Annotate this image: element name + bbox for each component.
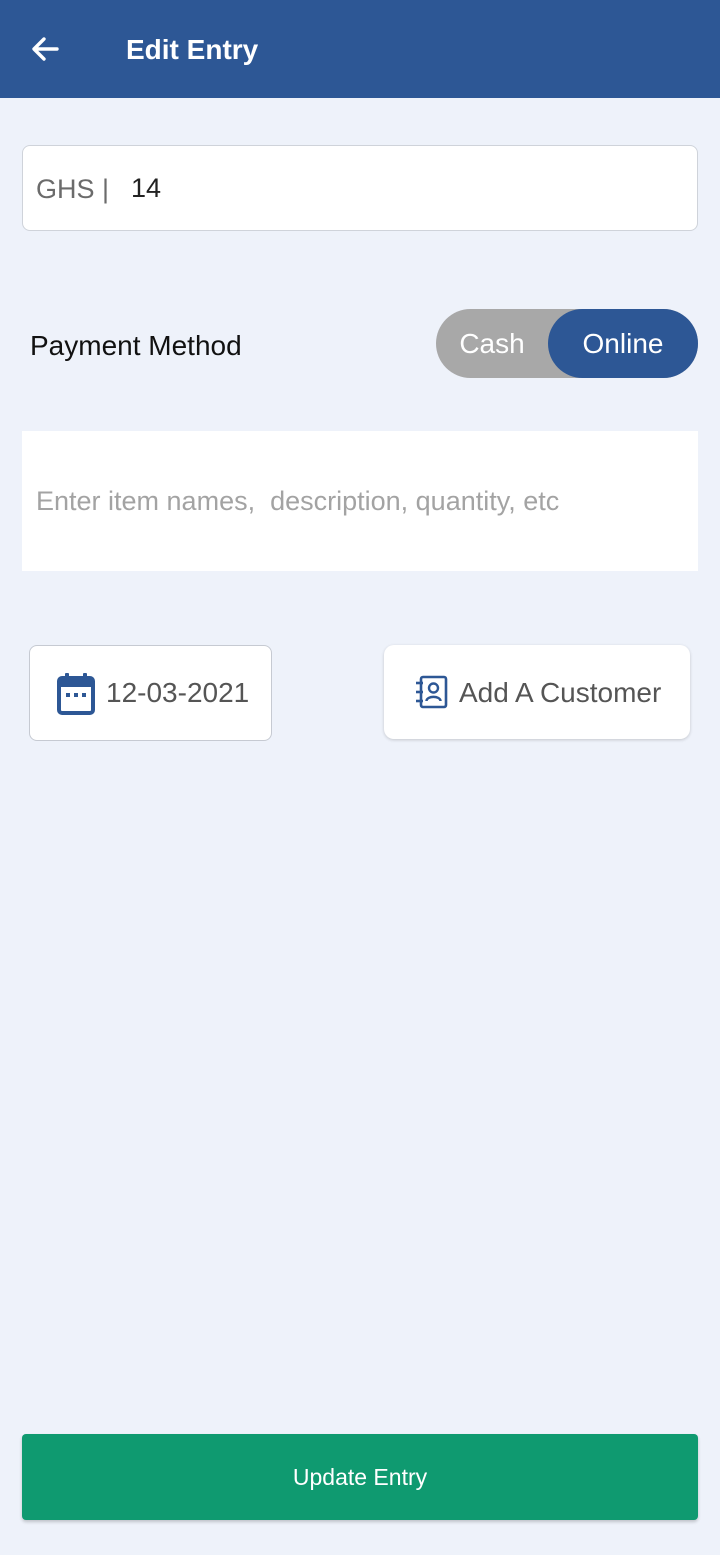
- currency-prefix: GHS |: [36, 174, 110, 204]
- date-picker-button[interactable]: 12-03-2021: [29, 645, 272, 741]
- date-value: 12-03-2021: [106, 677, 250, 708]
- toggle-option-online[interactable]: Online: [548, 309, 698, 378]
- page-title: Edit Entry: [126, 34, 259, 65]
- payment-method-label: Payment Method: [30, 330, 242, 361]
- description-field[interactable]: [22, 431, 698, 571]
- arrow-left-icon: [32, 37, 59, 61]
- add-customer-button[interactable]: Add A Customer: [384, 645, 690, 739]
- calendar-icon: [57, 673, 95, 715]
- toggle-option-cash[interactable]: Cash: [436, 309, 548, 378]
- contact-book-icon: [416, 675, 448, 709]
- back-button[interactable]: [22, 26, 68, 72]
- amount-input[interactable]: [131, 168, 671, 208]
- description-input[interactable]: [36, 481, 676, 521]
- update-entry-button[interactable]: Update Entry: [22, 1434, 698, 1520]
- add-customer-label: Add A Customer: [459, 677, 662, 708]
- payment-method-toggle[interactable]: Cash Online: [436, 309, 698, 378]
- app-bar: Edit Entry: [0, 0, 720, 98]
- amount-field[interactable]: GHS |: [22, 145, 698, 231]
